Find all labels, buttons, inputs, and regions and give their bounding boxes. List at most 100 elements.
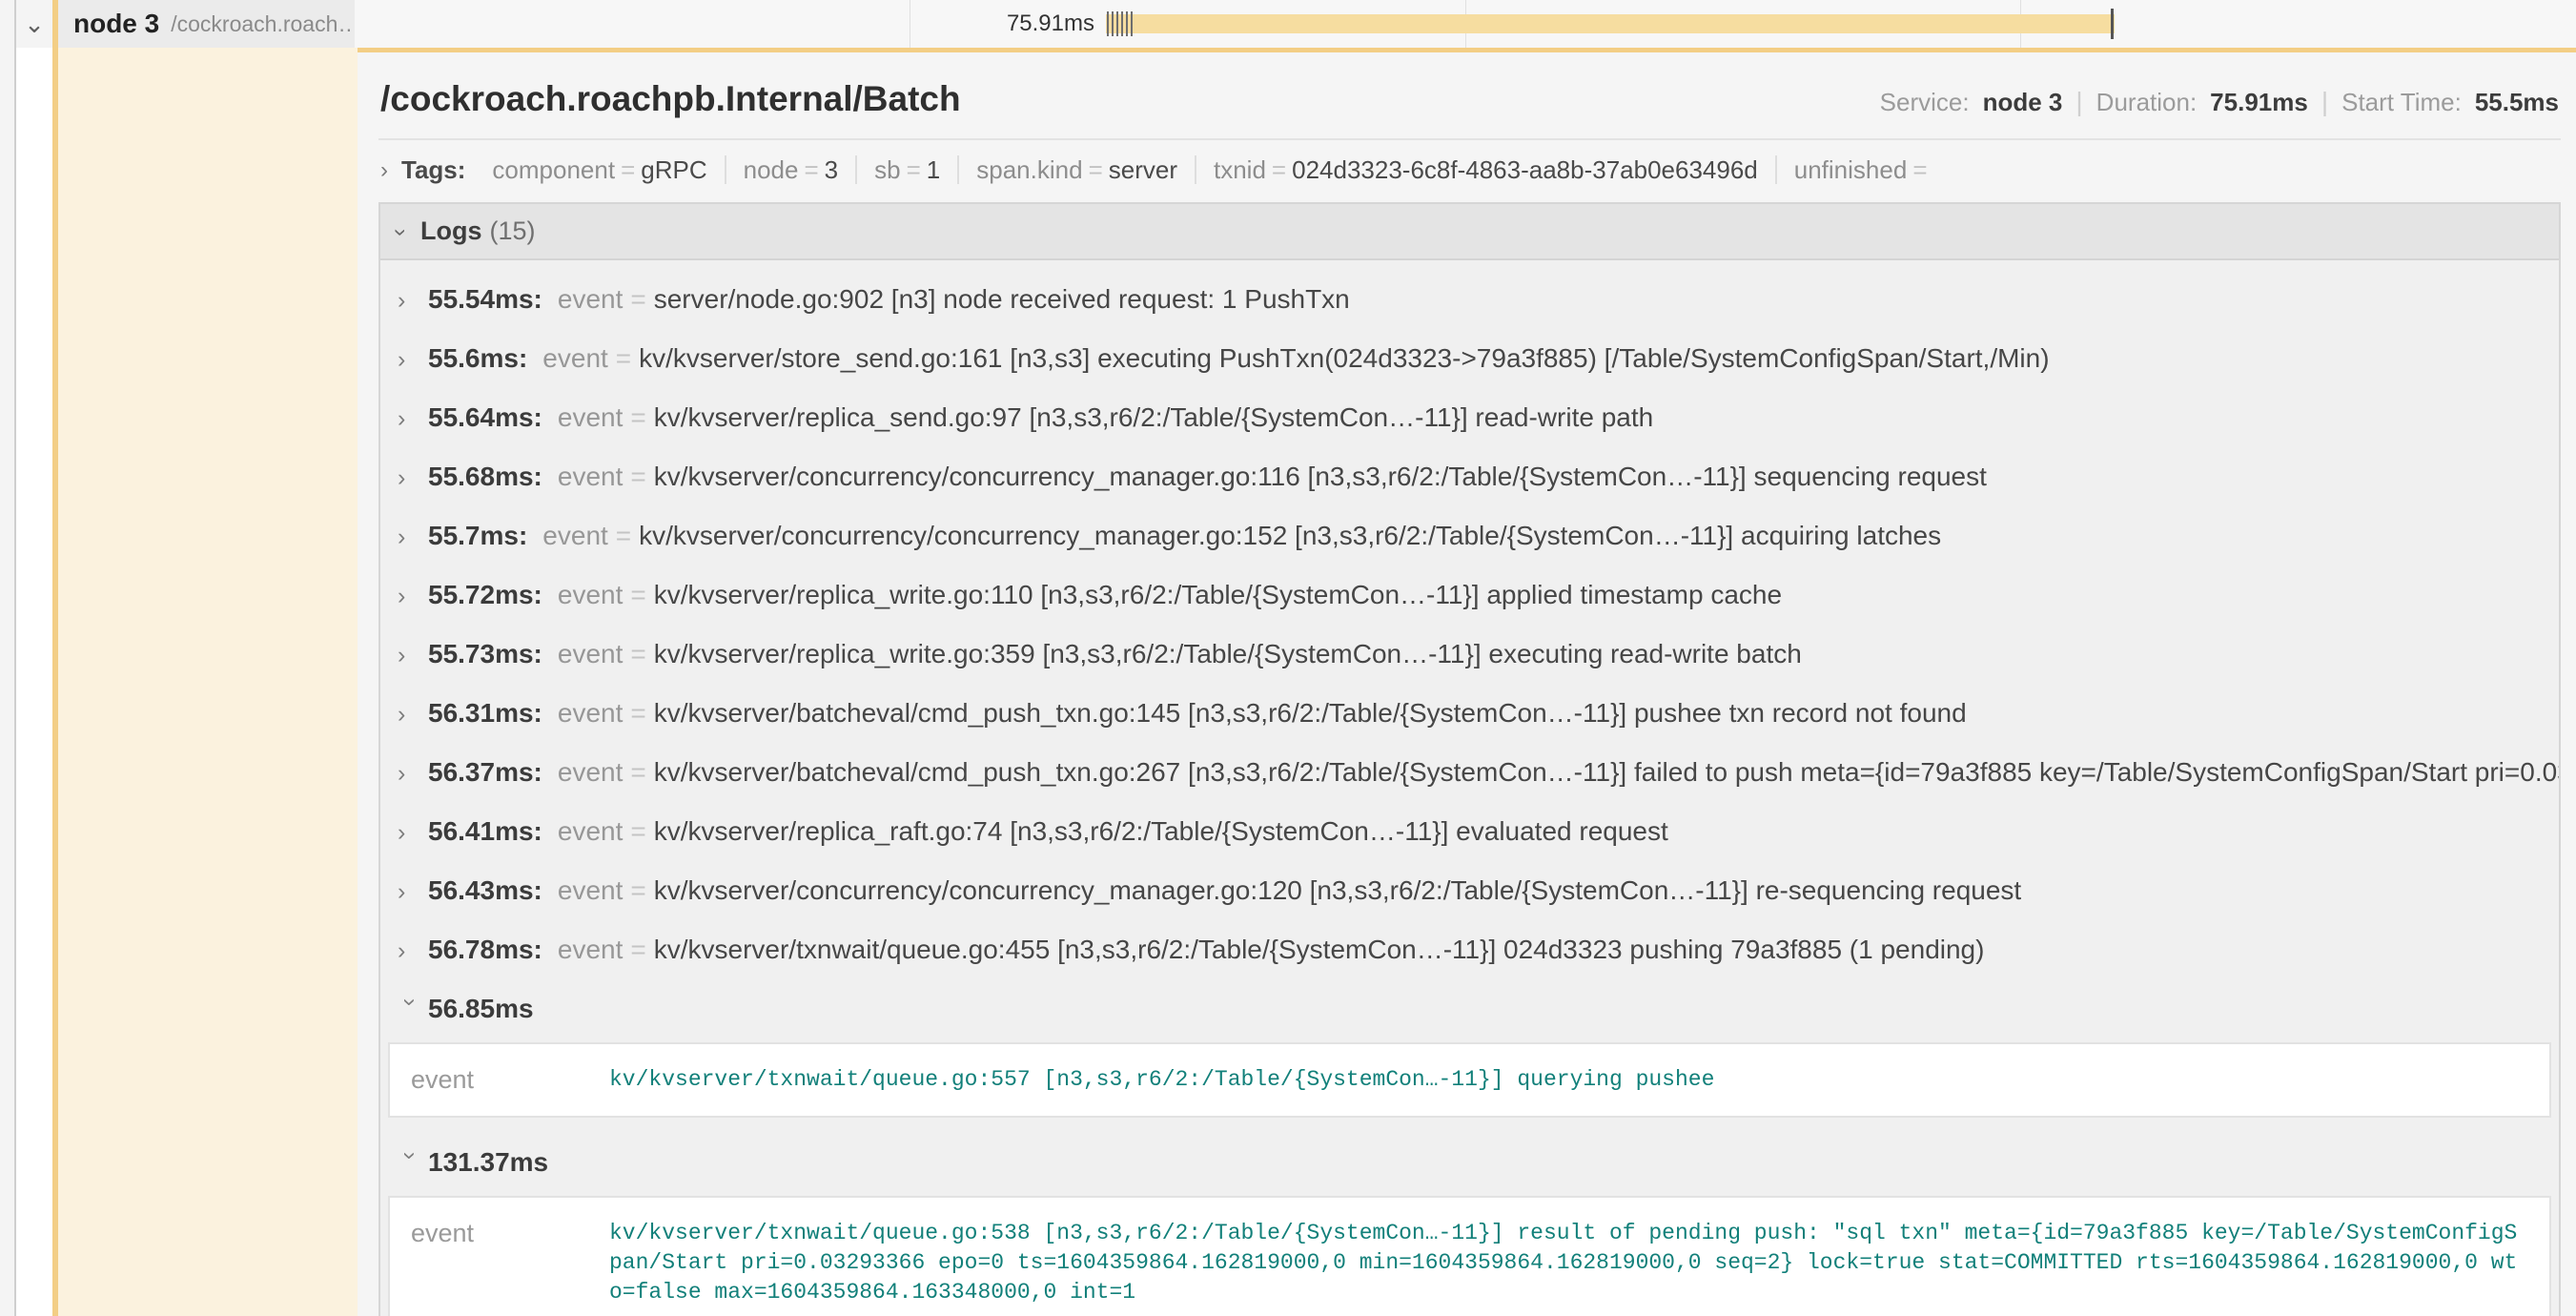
log-field-key: event: [390, 1219, 609, 1248]
duration-value: 75.91ms: [2210, 88, 2308, 117]
log-timestamp: 56.43ms:: [428, 875, 542, 906]
log-row[interactable]: ›56.31ms:event=kv/kvserver/batcheval/cmd…: [380, 684, 2559, 743]
log-field-value: kv/kvserver/batcheval/cmd_push_txn.go:14…: [654, 698, 1967, 729]
log-row[interactable]: ›55.68ms:event=kv/kvserver/concurrency/c…: [380, 447, 2559, 506]
log-field-value: kv/kvserver/replica_send.go:97 [n3,s3,r6…: [654, 402, 1653, 433]
span-row: ⌄ node 3 /cockroach.roach… 75.91ms: [0, 0, 2576, 48]
tag-item: span.kind=server: [959, 155, 1196, 184]
equals-sign: =: [630, 935, 645, 965]
log-timestamp: 55.54ms:: [428, 284, 542, 315]
tag-item: sb=1: [857, 155, 959, 184]
tag-value: server: [1109, 155, 1177, 184]
chevron-right-icon: ›: [398, 760, 428, 788]
log-fields-table: eventkv/kvserver/txnwait/queue.go:538 [n…: [388, 1196, 2551, 1316]
equals-sign: =: [616, 521, 631, 551]
log-timestamp: 55.68ms:: [428, 462, 542, 492]
log-field-value: kv/kvserver/batcheval/cmd_push_txn.go:26…: [654, 757, 2559, 788]
tag-value: gRPC: [641, 155, 706, 184]
log-field-key: event: [558, 462, 624, 492]
tags-label: Tags:: [401, 155, 465, 185]
service-value: node 3: [1983, 88, 2063, 117]
start-time-label: Start Time:: [2341, 88, 2462, 117]
log-field-row: eventkv/kvserver/txnwait/queue.go:557 [n…: [390, 1044, 2549, 1116]
equals-sign: =: [630, 757, 645, 788]
log-field-value: kv/kvserver/txnwait/queue.go:557 [n3,s3,…: [609, 1065, 2549, 1095]
log-row[interactable]: ›55.64ms:event=kv/kvserver/replica_send.…: [380, 388, 2559, 447]
span-collapse-button[interactable]: ⌄: [16, 0, 52, 48]
log-marker: [1126, 11, 1128, 36]
log-expanded-header[interactable]: ›131.37ms: [380, 1133, 2559, 1192]
log-marker: [1112, 11, 1114, 36]
tags-accordion[interactable]: › Tags: component=gRPCnode=3sb=1span.kin…: [378, 140, 2561, 202]
log-row[interactable]: ›56.78ms:event=kv/kvserver/txnwait/queue…: [380, 920, 2559, 979]
equals-sign: =: [630, 284, 645, 315]
span-operation-name: /cockroach.roach…: [171, 11, 355, 37]
log-field-key: event: [542, 343, 608, 374]
log-expanded: ›56.85ms eventkv/kvserver/txnwait/queue.g…: [380, 979, 2559, 1118]
span-meta: Service: node 3 | Duration: 75.91ms | St…: [1880, 87, 2559, 117]
log-field-value: kv/kvserver/concurrency/concurrency_mana…: [654, 875, 2021, 906]
log-marker: [1121, 11, 1123, 36]
tags-list: component=gRPCnode=3sb=1span.kind=server…: [475, 155, 1950, 185]
log-row[interactable]: ›56.37ms:event=kv/kvserver/batcheval/cmd…: [380, 743, 2559, 802]
chevron-right-icon: ›: [398, 464, 428, 492]
log-timestamp: 56.85ms: [428, 994, 534, 1024]
log-timestamp: 55.72ms:: [428, 580, 542, 610]
log-field-value: kv/kvserver/store_send.go:161 [n3,s3] ex…: [639, 343, 2049, 374]
log-timestamp: 56.31ms:: [428, 698, 542, 729]
log-row[interactable]: ›55.72ms:event=kv/kvserver/replica_write…: [380, 565, 2559, 625]
left-gutter: [0, 48, 16, 1316]
log-field-key: event: [558, 935, 624, 965]
log-row[interactable]: ›56.41ms:event=kv/kvserver/replica_raft.…: [380, 802, 2559, 861]
log-row[interactable]: ›55.6ms:event=kv/kvserver/store_send.go:…: [380, 329, 2559, 388]
log-row[interactable]: ›55.73ms:event=kv/kvserver/replica_write…: [380, 625, 2559, 684]
log-field-row: eventkv/kvserver/txnwait/queue.go:538 [n…: [390, 1198, 2549, 1316]
log-field-key: event: [558, 816, 624, 847]
equals-sign: =: [630, 402, 645, 433]
log-marker: [1107, 11, 1109, 36]
chevron-down-icon: ›: [396, 998, 423, 1029]
log-field-value: server/node.go:902 [n3] node received re…: [654, 284, 1350, 315]
logs-title: Logs: [420, 216, 482, 246]
tag-item: component=gRPC: [475, 155, 726, 184]
span-timeline: 75.91ms: [355, 0, 2576, 48]
log-field-key: event: [558, 284, 624, 315]
log-field-key: event: [558, 402, 624, 433]
log-field-key: event: [558, 639, 624, 669]
log-expanded-header[interactable]: ›56.85ms: [380, 979, 2559, 1038]
log-timestamp: 131.37ms: [428, 1147, 548, 1178]
tag-item: node=3: [726, 155, 858, 184]
tag-key: unfinished: [1794, 155, 1908, 184]
equals-sign: =: [630, 698, 645, 729]
log-marker-end: [2111, 9, 2114, 39]
span-service-name: node 3: [73, 9, 159, 39]
chevron-down-icon: ›: [396, 1152, 423, 1182]
tag-value: 1: [927, 155, 940, 184]
log-row[interactable]: ›55.54ms:event=server/node.go:902 [n3] n…: [380, 270, 2559, 329]
span-title: /cockroach.roachpb.Internal/Batch: [380, 79, 961, 119]
chevron-right-icon: ›: [398, 405, 428, 433]
indent-spacer: [16, 48, 52, 1316]
equals-sign: =: [804, 155, 818, 184]
span-detail-header: /cockroach.roachpb.Internal/Batch Servic…: [378, 72, 2561, 140]
logs-accordion-header[interactable]: › Logs (15): [380, 204, 2559, 260]
chevron-right-icon: ›: [398, 642, 428, 669]
log-field-value: kv/kvserver/txnwait/queue.go:538 [n3,s3,…: [609, 1219, 2549, 1307]
span-detail-row: /cockroach.roachpb.Internal/Batch Servic…: [0, 48, 2576, 1316]
tag-value: 024d3323-6c8f-4863-aa8b-37ab0e63496d: [1292, 155, 1758, 184]
log-expanded: ›131.37ms eventkv/kvserver/txnwait/queue.…: [380, 1133, 2559, 1316]
log-timestamp: 55.7ms:: [428, 521, 527, 551]
chevron-right-icon: ›: [398, 583, 428, 610]
tag-key: span.kind: [976, 155, 1082, 184]
log-row[interactable]: ›55.7ms:event=kv/kvserver/concurrency/co…: [380, 506, 2559, 565]
span-name-cell[interactable]: node 3 /cockroach.roach…: [52, 0, 355, 48]
tag-item: unfinished=: [1777, 155, 1951, 184]
logs-section: › Logs (15) ›55.54ms:event=server/node.g…: [378, 202, 2561, 1316]
log-marker: [1116, 11, 1118, 36]
log-field-value: kv/kvserver/replica_raft.go:74 [n3,s3,r6…: [654, 816, 1668, 847]
log-row[interactable]: ›56.43ms:event=kv/kvserver/concurrency/c…: [380, 861, 2559, 920]
equals-sign: =: [630, 580, 645, 610]
span-duration-bar[interactable]: [1106, 14, 2115, 33]
meta-separator: |: [2321, 87, 2328, 117]
log-field-key: event: [558, 580, 624, 610]
